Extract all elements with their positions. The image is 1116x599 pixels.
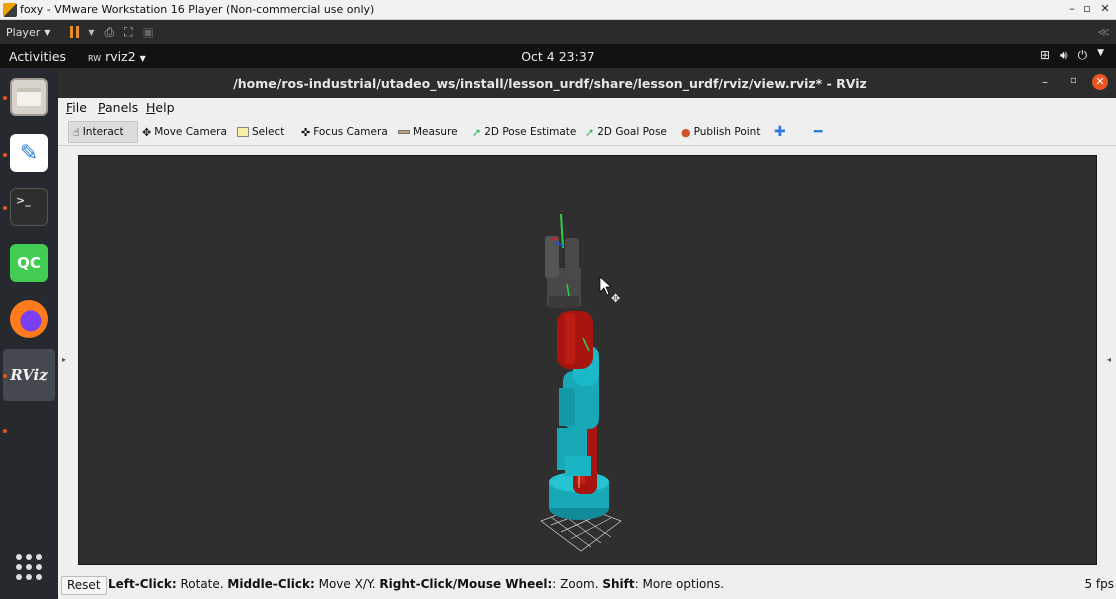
firefox-icon[interactable] <box>10 300 48 338</box>
menu-file[interactable]: File <box>66 100 87 115</box>
running-indicator <box>3 96 7 100</box>
select-rectangle-icon <box>237 127 249 137</box>
unity-icon[interactable]: ▣ <box>143 25 154 39</box>
focus-camera-tool[interactable]: ✜ Focus Camera <box>297 121 392 143</box>
robot-elbow <box>557 428 591 476</box>
running-indicator <box>3 153 7 157</box>
vmware-title-bar: foxy - VMware Workstation 16 Player (Non… <box>0 0 1116 20</box>
close-icon[interactable]: ✕ <box>1092 74 1108 90</box>
fps-readout: 5 fps <box>1084 577 1114 591</box>
text-editor-icon[interactable]: ✎ <box>10 134 48 172</box>
running-indicator <box>3 374 7 378</box>
robot-arm-render: ✥ <box>540 213 622 552</box>
vmware-toolbar: Player ▼ ▼ ⎙ ⛶ ▣ ≪ <box>0 20 1116 44</box>
robot-gripper <box>545 213 581 308</box>
vmware-window-title: foxy - VMware Workstation 16 Player (Non… <box>20 3 375 16</box>
measure-tool[interactable]: Measure <box>394 121 462 143</box>
publish-point-tool[interactable]: ● Publish Point <box>677 121 764 143</box>
maximize-icon[interactable]: ▫ <box>1070 75 1077 86</box>
running-indicator <box>3 429 7 433</box>
gnome-top-bar: Activities RW rviz2 ▼ Oct 4 23:37 ⊞ 🔊︎ ⏻… <box>0 44 1116 68</box>
green-arrow-icon: ➚ <box>585 125 595 139</box>
interact-tool[interactable]: ☝ Interact <box>68 121 138 143</box>
add-tool-button[interactable]: ✚ <box>770 121 790 143</box>
power-icon: ⏻ <box>1077 48 1088 62</box>
rviz-toolbar: ☝ Interact ✥ Move Camera Select ✜ Focus … <box>58 117 1116 146</box>
minimize-icon[interactable]: – <box>1042 75 1048 89</box>
rviz-title-bar: /home/ros-industrial/utadeo_ws/install/l… <box>58 68 1116 98</box>
send-ctrl-alt-del-icon[interactable]: ⎙ <box>105 25 115 40</box>
3d-viewport[interactable]: ✥ <box>78 155 1097 565</box>
mouse-cursor-icon: ✥ <box>599 276 620 305</box>
terminal-icon[interactable]: >_ <box>10 188 48 226</box>
menu-bar: File Panels Help <box>58 98 1116 117</box>
network-icon: ⊞ <box>1039 48 1051 62</box>
qtcreator-icon[interactable]: QC <box>10 244 48 282</box>
plus-icon: ✚ <box>774 124 786 140</box>
vmware-app-icon <box>3 2 17 17</box>
running-indicator <box>3 206 7 210</box>
status-bar: Reset Left-Click: Rotate. Middle-Click: … <box>58 572 1116 599</box>
map-pin-icon: ● <box>681 125 691 139</box>
system-tray[interactable]: ⊞ 🔊︎ ⏻ ▼ <box>1040 48 1104 63</box>
svg-text:✥: ✥ <box>611 292 620 305</box>
left-panel-toggle-icon[interactable]: ▸ <box>62 355 66 364</box>
chevron-down-icon[interactable]: ▼ <box>44 28 50 37</box>
minus-icon: ━ <box>814 124 823 140</box>
green-arrow-icon: ➚ <box>472 125 482 139</box>
robot-link-upper <box>557 311 593 369</box>
dock: ✎ >_ QC RViz <box>0 68 58 599</box>
menu-help[interactable]: Help <box>146 100 175 115</box>
move-camera-tool[interactable]: ✥ Move Camera <box>138 121 231 143</box>
player-menu[interactable]: Player <box>6 26 40 39</box>
volume-icon: 🔊︎ <box>1060 48 1068 62</box>
rviz-window-title: /home/ros-industrial/utadeo_ws/install/l… <box>233 76 867 91</box>
collapse-icon[interactable]: ≪ <box>1097 25 1110 39</box>
mouse-hint: Left-Click: Rotate. Middle-Click: Move X… <box>108 577 725 591</box>
hand-pointer-icon: ☝ <box>73 125 80 139</box>
move-arrows-icon: ✥ <box>142 125 152 139</box>
focus-crosshair-icon: ✜ <box>301 125 311 139</box>
ruler-icon <box>398 130 410 134</box>
pause-icon[interactable] <box>70 26 82 38</box>
2d-goal-pose-tool[interactable]: ➚ 2D Goal Pose <box>581 121 671 143</box>
chevron-down-icon[interactable]: ▼ <box>88 28 94 37</box>
rviz-icon[interactable]: RViz <box>10 356 48 394</box>
chevron-down-icon: ▼ <box>1097 48 1104 58</box>
fullscreen-icon[interactable]: ⛶ <box>124 25 132 40</box>
reset-button[interactable]: Reset <box>61 576 107 595</box>
menu-panels[interactable]: Panels <box>98 100 138 115</box>
close-icon[interactable]: ✕ <box>1094 2 1116 15</box>
2d-pose-estimate-tool[interactable]: ➚ 2D Pose Estimate <box>468 121 580 143</box>
clock[interactable]: Oct 4 23:37 <box>0 49 1116 64</box>
show-applications-icon[interactable] <box>16 554 42 580</box>
remove-tool-button[interactable]: ━ <box>810 121 826 143</box>
select-tool[interactable]: Select <box>233 121 288 143</box>
right-panel-toggle-icon[interactable]: ◂ <box>1107 355 1111 364</box>
